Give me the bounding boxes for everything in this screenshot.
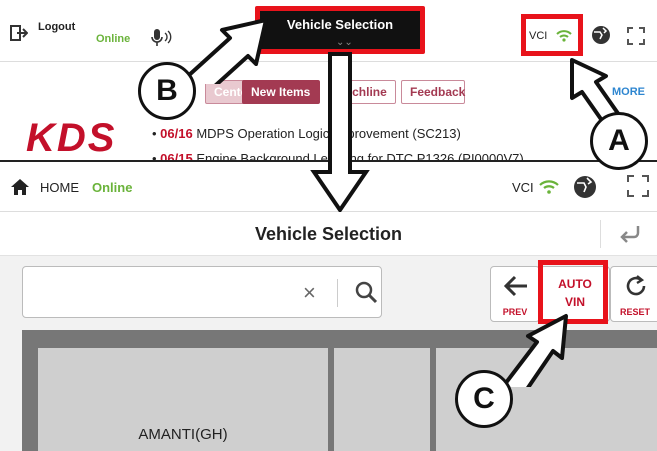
fullscreen-icon[interactable] <box>626 26 646 46</box>
title-bar: Vehicle Selection <box>0 212 657 256</box>
page-title: Vehicle Selection <box>254 224 403 244</box>
reset-button[interactable]: RESET <box>610 266 657 322</box>
callout-b: B <box>138 62 196 120</box>
back-arrow-icon[interactable] <box>618 224 642 244</box>
divider <box>337 279 338 307</box>
microphone-icon[interactable] <box>149 27 173 47</box>
news-item[interactable]: • 06/16 MDPS Operation Logic Improvement… <box>152 126 461 141</box>
vehicle-tile[interactable]: AMANTI(GH) <box>38 348 328 451</box>
reset-label: RESET <box>619 307 650 317</box>
vehicle-tile[interactable] <box>334 348 430 451</box>
logout-label[interactable]: Logout <box>38 21 75 33</box>
callout-pointer-c <box>503 314 568 387</box>
search-icon[interactable] <box>353 279 379 305</box>
chevron-down-icon: ⌄⌄ <box>336 37 353 48</box>
wifi-icon <box>539 180 559 194</box>
search-input[interactable]: × <box>22 266 382 318</box>
clear-icon[interactable]: × <box>303 280 316 306</box>
vci-label: VCI <box>529 30 548 42</box>
news-date: 06/15 <box>160 151 193 162</box>
vehicle-selection-tab-label: Vehicle Selection <box>286 17 394 32</box>
globe-icon[interactable] <box>572 174 598 200</box>
home-icon[interactable] <box>10 177 30 197</box>
callout-c: C <box>455 370 513 428</box>
globe-icon[interactable] <box>590 24 612 46</box>
online-status: Online <box>92 180 133 195</box>
callout-pointer-b <box>186 18 268 84</box>
tab-feedback[interactable]: Feedback <box>401 80 465 104</box>
home-link[interactable]: HOME <box>40 180 79 195</box>
arrow-left-icon <box>503 275 527 297</box>
down-arrow-icon <box>310 52 370 212</box>
logout-icon[interactable] <box>10 24 28 42</box>
divider <box>600 220 601 248</box>
reset-icon <box>626 275 646 296</box>
vehicle-selection-tab[interactable]: Vehicle Selection ⌄⌄ <box>255 6 425 54</box>
online-status: Online <box>96 33 131 45</box>
kds-logo: KDS <box>26 116 117 160</box>
wifi-icon <box>556 30 572 42</box>
fullscreen-icon[interactable] <box>626 174 650 198</box>
news-date: 06/16 <box>160 126 193 141</box>
vci-label: VCI <box>512 180 534 195</box>
callout-a: A <box>590 112 648 170</box>
vehicle-tile-label: AMANTI(GH) <box>138 426 228 443</box>
